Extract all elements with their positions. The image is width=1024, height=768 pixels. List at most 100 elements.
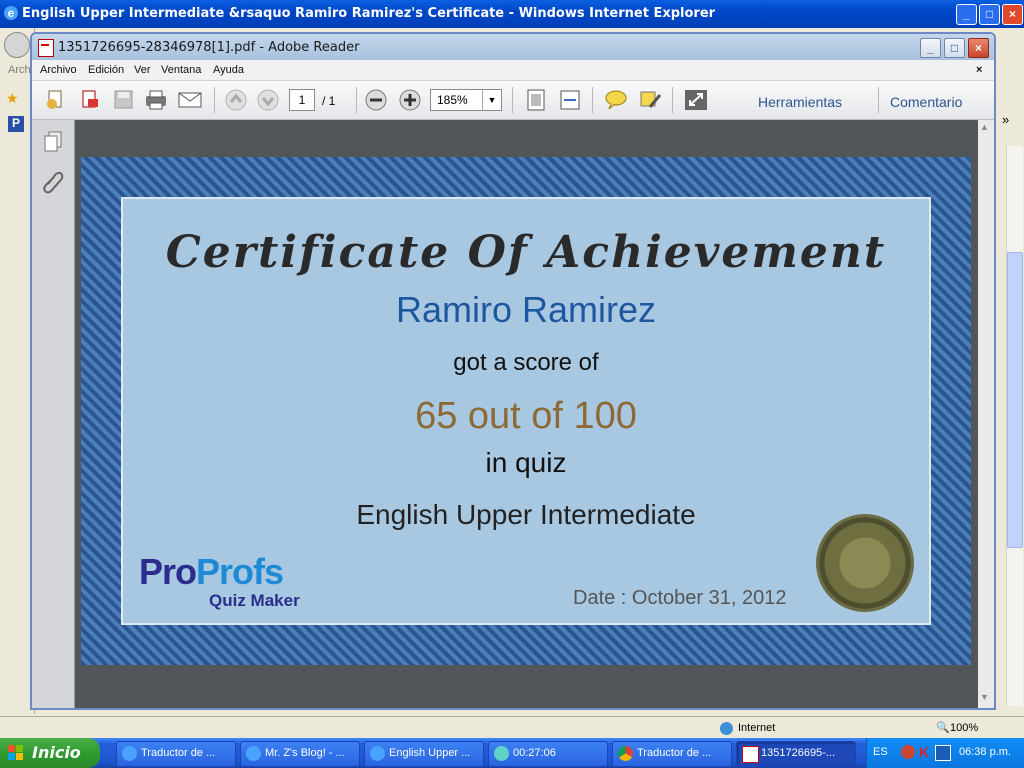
menu-ver[interactable]: Ver	[134, 64, 151, 76]
taskbar-item-label: Traductor de ...	[637, 747, 712, 759]
pages-icon[interactable]	[42, 130, 64, 155]
certificate-title: Certificate Of Achievement	[165, 227, 887, 278]
scroll-up-icon[interactable]: ▲	[980, 122, 989, 132]
toolbar-separator	[672, 87, 673, 113]
certificate-inner-panel: Certificate Of Achievement Ramiro Ramire…	[121, 197, 931, 625]
toolbar-separator	[214, 87, 215, 113]
clock[interactable]: 06:38 p.m.	[959, 746, 1011, 758]
gold-seal-icon	[819, 517, 911, 609]
zoom-icon[interactable]: 🔍	[936, 721, 950, 734]
zoom-out-icon[interactable]	[364, 89, 388, 111]
toolbar-separator	[512, 87, 513, 113]
windows-taskbar: Inicio Traductor de ... Mr. Z's Blog! - …	[0, 738, 1024, 768]
ie-window-title: English Upper Intermediate &rsaquo Ramir…	[22, 6, 716, 21]
navigation-panel	[32, 120, 75, 708]
taskbar-item-label: English Upper ...	[389, 747, 471, 759]
start-button[interactable]: Inicio	[0, 738, 100, 768]
save-icon[interactable]	[112, 89, 136, 111]
chrome-icon	[618, 746, 633, 761]
proprofs-logo: ProProfs	[139, 551, 284, 593]
network-icon[interactable]	[935, 745, 951, 761]
ie-icon	[370, 746, 385, 761]
scroll-down-icon[interactable]: ▼	[980, 692, 989, 702]
adobe-title-bar: 1351726695-28346978[1].pdf - Adobe Reade…	[32, 34, 994, 60]
highlight-icon[interactable]	[638, 89, 662, 111]
zoom-select[interactable]: 185% ▼	[430, 89, 502, 111]
taskbar-item[interactable]: Mr. Z's Blog! - ...	[240, 741, 360, 767]
start-label: Inicio	[32, 743, 81, 762]
adobe-window-title: 1351726695-28346978[1].pdf - Adobe Reade…	[58, 40, 360, 55]
minimize-button[interactable]: _	[956, 4, 977, 25]
logo-pro: Pro	[139, 551, 197, 592]
menu-ayuda[interactable]: Ayuda	[213, 64, 244, 76]
globe-icon	[720, 722, 733, 735]
language-indicator[interactable]: ES	[873, 746, 888, 758]
system-tray: ES K 06:38 p.m.	[866, 738, 1024, 768]
print-icon[interactable]	[144, 89, 168, 111]
adobe-reader-window: 1351726695-28346978[1].pdf - Adobe Reade…	[30, 32, 996, 710]
ie-title-bar: e English Upper Intermediate &rsaquo Ram…	[0, 0, 1024, 28]
taskbar-item[interactable]: Traductor de ...	[612, 741, 732, 767]
adobe-toolbar: 1 / 1 185% ▼ Herramientas Comentario	[32, 81, 994, 120]
proprofs-tab-icon[interactable]: P	[8, 116, 24, 132]
quiz-name: English Upper Intermediate	[356, 499, 696, 530]
taskbar-item-label: Mr. Z's Blog! - ...	[265, 747, 345, 759]
adobe-minimize-button[interactable]: _	[920, 38, 941, 58]
close-button[interactable]: ×	[1002, 4, 1023, 25]
taskbar-item[interactable]: 00:27:06	[488, 741, 608, 767]
back-icon[interactable]	[4, 32, 30, 58]
comment-bubble-icon[interactable]	[604, 89, 628, 111]
tools-pane-button[interactable]: Herramientas	[758, 94, 842, 110]
timer-icon	[494, 746, 509, 761]
fit-width-icon[interactable]	[558, 89, 582, 111]
pdf-icon	[742, 746, 759, 763]
adobe-vertical-scrollbar[interactable]: ▲ ▼	[978, 120, 994, 708]
menu-archivo[interactable]: Archivo	[40, 64, 77, 76]
full-screen-icon[interactable]	[684, 89, 708, 111]
tray-arrow-icon[interactable]	[901, 745, 915, 759]
chevron-down-icon[interactable]: ▼	[482, 90, 501, 110]
status-zone: Internet	[738, 722, 776, 734]
document-view[interactable]: Certificate Of Achievement Ramiro Ramire…	[75, 120, 978, 708]
page-number-input[interactable]: 1	[289, 89, 315, 111]
taskbar-item-active[interactable]: 1351726695-...	[736, 741, 856, 767]
toolbar-separator	[592, 87, 593, 113]
taskbar-item[interactable]: English Upper ...	[364, 741, 484, 767]
comment-pane-button[interactable]: Comentario	[890, 94, 962, 110]
zoom-in-icon[interactable]	[398, 89, 422, 111]
fit-page-icon[interactable]	[524, 89, 548, 111]
antivirus-icon[interactable]: K	[919, 744, 929, 760]
menu-ventana[interactable]: Ventana	[161, 64, 201, 76]
close-document-icon[interactable]: ×	[976, 64, 982, 76]
logo-profs: Profs	[196, 551, 284, 592]
adobe-maximize-button[interactable]: □	[944, 38, 965, 58]
menu-edicion[interactable]: Edición	[88, 64, 124, 76]
taskbar-item[interactable]: Traductor de ...	[116, 741, 236, 767]
taskbar-item-label: Traductor de ...	[141, 747, 216, 759]
certificate-date: Date : October 31, 2012	[573, 587, 787, 609]
next-page-icon[interactable]	[256, 89, 280, 111]
ie-status-bar: Internet 🔍 100%	[0, 716, 1024, 739]
previous-page-icon[interactable]	[224, 89, 248, 111]
status-zoom[interactable]: 100%	[950, 722, 978, 734]
attachment-icon[interactable]	[42, 170, 64, 197]
create-pdf-icon[interactable]	[44, 89, 68, 111]
score-prefix: got a score of	[453, 349, 599, 376]
ie-icon: e	[4, 6, 18, 20]
pdf-tools-icon[interactable]	[78, 89, 102, 111]
adobe-menu-bar: Archivo Edición Ver Ventana Ayuda ×	[32, 60, 994, 81]
more-chevron-icon[interactable]: »	[1002, 112, 1009, 127]
certificate-page: Certificate Of Achievement Ramiro Ramire…	[81, 157, 971, 665]
star-icon[interactable]: ★	[6, 90, 19, 107]
ie-icon	[246, 746, 261, 761]
email-icon[interactable]	[178, 89, 202, 111]
quiz-prefix: in quiz	[485, 447, 567, 478]
page-total: / 1	[322, 94, 336, 108]
score-value: 65 out of 100	[415, 395, 637, 437]
maximize-button[interactable]: □	[979, 4, 1000, 25]
toolbar-separator	[878, 87, 879, 113]
recipient-name: Ramiro Ramirez	[395, 289, 657, 330]
adobe-close-button[interactable]: ×	[968, 38, 989, 58]
pdf-file-icon	[38, 39, 54, 57]
ie-scroll-thumb[interactable]	[1007, 252, 1023, 548]
